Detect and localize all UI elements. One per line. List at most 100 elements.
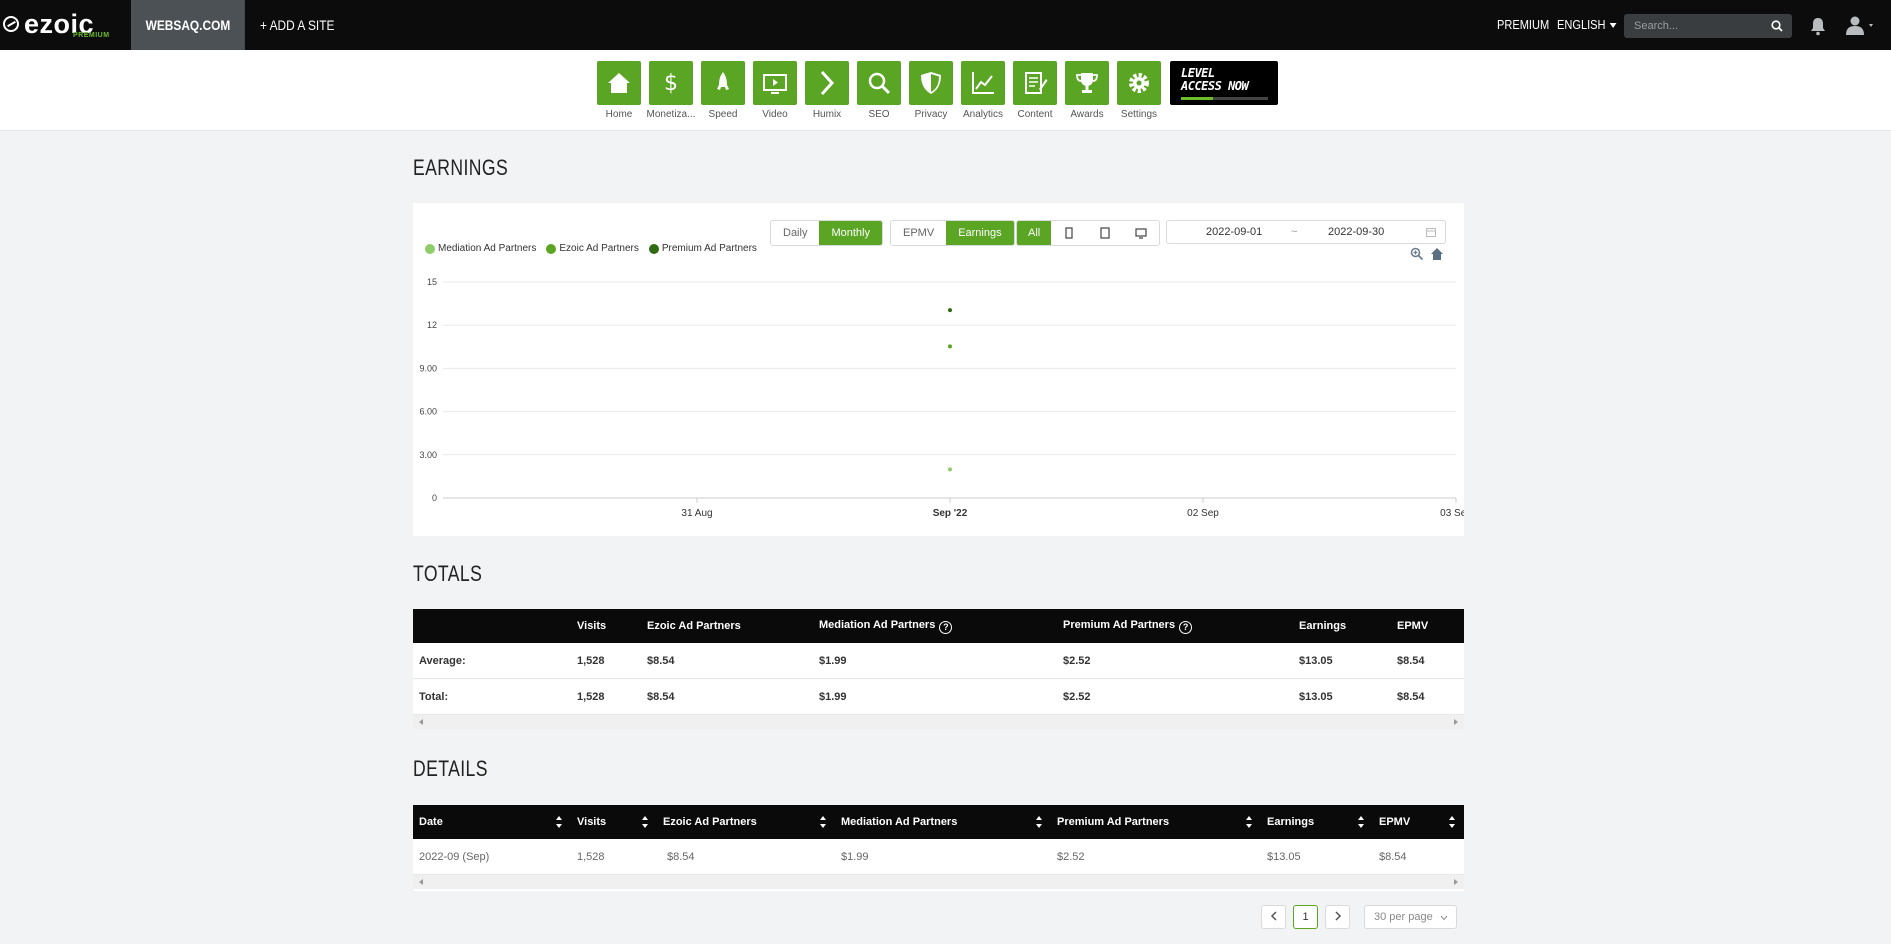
horizontal-scrollbar[interactable] <box>413 715 1464 729</box>
table-cell: $2.52 <box>1051 839 1261 875</box>
nav-label: Settings <box>1120 109 1158 120</box>
help-icon[interactable]: ? <box>939 620 953 634</box>
gear-icon <box>1129 73 1149 93</box>
earnings-chart-card: Daily Monthly EPMV Earnings All 2022-09-… <box>413 203 1464 536</box>
details-title: DETAILS <box>413 756 488 781</box>
nav-label: SEO <box>868 109 890 120</box>
next-page-button[interactable] <box>1325 905 1350 929</box>
sortable-column-header[interactable]: Earnings <box>1261 805 1373 839</box>
level-access-now-banner[interactable]: LEVEL ACCESS NOW <box>1170 61 1278 105</box>
totals-table-card: Visits Ezoic Ad Partners Mediation Ad Pa… <box>413 609 1464 729</box>
sortable-column-header[interactable]: Date <box>413 805 571 839</box>
sortable-column-header[interactable]: Visits <box>571 805 657 839</box>
nav-video[interactable]: Video <box>749 61 801 120</box>
search-box <box>1624 14 1792 38</box>
sortable-column-header[interactable]: Premium Ad Partners <box>1051 805 1261 839</box>
nav-label: Content <box>1017 109 1053 120</box>
search-input[interactable] <box>1634 18 1759 34</box>
chevron-left-icon <box>1270 911 1277 921</box>
premium-link[interactable]: PREMIUM <box>1497 0 1549 50</box>
horizontal-scrollbar[interactable] <box>413 875 1464 889</box>
table-cell: 1,528 <box>571 678 641 715</box>
shield-icon <box>921 72 941 94</box>
totals-header-row: Visits Ezoic Ad Partners Mediation Ad Pa… <box>413 609 1464 643</box>
table-cell: $8.54 <box>1391 678 1464 715</box>
nav-home[interactable]: Home <box>593 61 645 120</box>
language-label: ENGLISH <box>1557 17 1606 32</box>
nav-analytics[interactable]: Analytics <box>957 61 1009 120</box>
nav-awards[interactable]: Awards <box>1061 61 1113 120</box>
earnings-title: EARNINGS <box>413 155 509 180</box>
add-site-link[interactable]: + ADD A SITE <box>260 0 334 50</box>
table-cell: $1.99 <box>813 678 1057 715</box>
nav-label: Awards <box>1070 109 1104 120</box>
nav-humix[interactable]: Humix <box>801 61 853 120</box>
y-tick-label: 9.00 <box>419 363 437 373</box>
per-page-select[interactable]: 30 per page <box>1364 905 1457 929</box>
table-cell: $13.05 <box>1293 643 1391 679</box>
search-icon[interactable] <box>1770 19 1784 33</box>
sortable-column-header[interactable]: Ezoic Ad Partners <box>657 805 835 839</box>
table-cell: $2.52 <box>1057 643 1293 679</box>
user-account-icon[interactable] <box>1845 15 1877 37</box>
sort-icon <box>820 816 827 828</box>
nav-privacy[interactable]: Privacy <box>905 61 957 120</box>
nav-label: Video <box>762 109 788 120</box>
language-dropdown[interactable]: ENGLISH <box>1557 0 1617 50</box>
level-banner-text: LEVEL ACCESS NOW <box>1181 66 1249 93</box>
table-row: Total: 1,528 $8.54 $1.99 $2.52 $13.05 $8… <box>413 678 1464 715</box>
page-number-button[interactable]: 1 <box>1293 905 1318 929</box>
table-cell: 2022-09 (Sep) <box>413 839 571 875</box>
earnings-chart: 0 3.00 6.00 9.00 12 15 31 Aug Sep '22 02 Sep 03 S… <box>419 277 1464 519</box>
column-header: Earnings <box>1293 609 1391 643</box>
sort-icon <box>1246 816 1253 828</box>
nav-settings[interactable]: Settings <box>1113 61 1165 120</box>
sort-icon <box>1036 816 1043 828</box>
y-tick-label: 15 <box>427 277 437 287</box>
table-cell: $8.54 <box>641 678 813 715</box>
x-tick-label: 03 Sep <box>1440 508 1464 519</box>
ezoic-logo-mark-icon <box>3 16 19 32</box>
notifications-bell-icon[interactable] <box>1809 16 1827 36</box>
help-icon[interactable]: ? <box>1179 620 1193 634</box>
column-header <box>413 609 571 643</box>
table-row: Average: 1,528 $8.54 $1.99 $2.52 $13.05 … <box>413 643 1464 679</box>
x-tick-label: 02 Sep <box>1187 508 1219 519</box>
main-nav: Home $ Monetiza... Speed Video Humix SEO… <box>0 50 1891 131</box>
chevron-right-icon <box>820 70 835 96</box>
column-header: Ezoic Ad Partners <box>641 609 813 643</box>
y-tick-label: 0 <box>432 493 437 503</box>
totals-table: Visits Ezoic Ad Partners Mediation Ad Pa… <box>413 609 1464 715</box>
y-tick-label: 12 <box>427 320 437 330</box>
nav-label: Home <box>605 109 633 120</box>
table-cell: $8.54 <box>657 839 835 875</box>
nav-label: Speed <box>708 109 738 120</box>
site-selector[interactable]: WEBSAQ.COM <box>131 0 245 50</box>
table-cell: $1.99 <box>813 643 1057 679</box>
nav-content[interactable]: Content <box>1009 61 1061 120</box>
nav-label: Monetiza... <box>646 109 696 120</box>
table-cell: 1,528 <box>571 643 641 679</box>
sortable-column-header[interactable]: EPMV <box>1373 805 1464 839</box>
nav-seo[interactable]: SEO <box>853 61 905 120</box>
per-page-label: 30 per page <box>1374 911 1433 923</box>
sortable-column-header[interactable]: Mediation Ad Partners <box>835 805 1051 839</box>
nav-label: Analytics <box>962 109 1003 120</box>
x-tick-label: 31 Aug <box>681 508 712 519</box>
totals-title: TOTALS <box>413 561 483 586</box>
svg-text:$: $ <box>664 71 678 96</box>
previous-page-button[interactable] <box>1261 905 1286 929</box>
column-header: Visits <box>571 609 641 643</box>
magnifier-icon <box>868 72 891 95</box>
sort-icon <box>1449 816 1456 828</box>
nav-label: Privacy <box>914 109 948 120</box>
ezoic-logo[interactable]: ezoic PREMIUM <box>0 0 130 50</box>
trophy-icon <box>1076 73 1098 93</box>
nav-speed[interactable]: Speed <box>697 61 749 120</box>
data-point <box>948 467 952 472</box>
column-header: EPMV <box>1391 609 1464 643</box>
table-cell: $2.52 <box>1057 678 1293 715</box>
nav-label: Humix <box>812 109 842 120</box>
y-tick-label: 3.00 <box>419 450 437 460</box>
nav-monetization[interactable]: $ Monetiza... <box>645 61 697 120</box>
